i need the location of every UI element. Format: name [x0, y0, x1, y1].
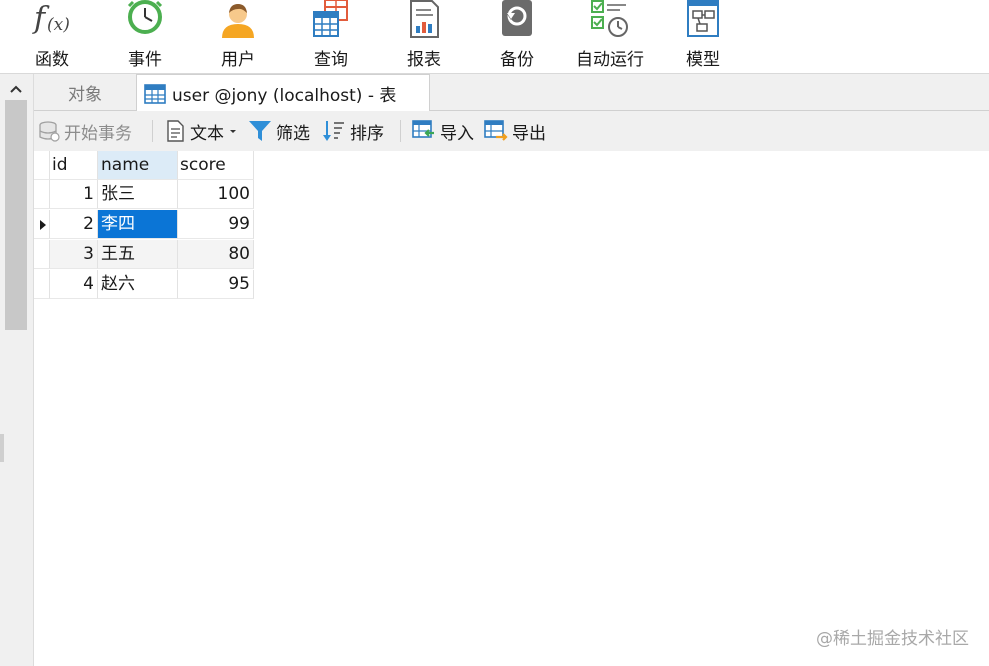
sort-button[interactable]: 排序: [322, 118, 384, 144]
report-icon: [410, 0, 439, 38]
row-indicator[interactable]: [34, 210, 50, 239]
ribbon-query-button[interactable]: 查询: [291, 0, 371, 73]
tab-user-table-label: user @jony (localhost) - 表: [172, 86, 397, 106]
database-icon: [39, 121, 60, 142]
user-icon: [222, 4, 254, 38]
text-view-label: 文本: [190, 123, 224, 144]
tab-objects[interactable]: 对象: [34, 74, 136, 110]
row-indicator[interactable]: [34, 240, 50, 269]
export-label: 导出: [512, 123, 546, 144]
filter-label: 筛选: [276, 123, 310, 144]
object-panel-strip: [0, 74, 34, 666]
import-label: 导入: [440, 123, 474, 144]
collapse-panel-button[interactable]: [4, 78, 28, 100]
row-indicator-header: [34, 151, 50, 180]
ribbon-report-button[interactable]: 报表: [384, 0, 464, 73]
ribbon-user-button[interactable]: 用户: [198, 0, 278, 73]
cell-name[interactable]: 张三: [98, 180, 178, 209]
ribbon-query-label: 查询: [314, 50, 348, 70]
import-button[interactable]: 导入: [412, 118, 474, 144]
row-indicator[interactable]: [34, 270, 50, 299]
ribbon-backup-button[interactable]: 备份: [477, 0, 557, 73]
document-icon: [167, 120, 184, 142]
cell-score[interactable]: 100: [178, 180, 254, 209]
row-indicator[interactable]: [34, 180, 50, 209]
sort-label: 排序: [350, 123, 384, 144]
column-header-name[interactable]: name: [98, 151, 178, 180]
ribbon-model-button[interactable]: 模型: [663, 0, 743, 73]
table-toolbar: 开始事务 文本 筛选 排序 导入 导出: [34, 111, 989, 151]
cell-id[interactable]: 3: [50, 240, 98, 269]
tab-bar: 对象 user @jony (localhost) - 表: [34, 74, 989, 112]
ribbon-function-label: 函数: [35, 50, 69, 70]
cell-id[interactable]: 4: [50, 270, 98, 299]
svg-text:(x): (x): [47, 15, 70, 35]
ribbon-event-button[interactable]: 事件: [105, 0, 185, 73]
cell-score[interactable]: 80: [178, 240, 254, 269]
watermark: @稀土掘金技术社区: [816, 629, 969, 649]
cell-name[interactable]: 王五: [98, 240, 178, 269]
toolbar-separator: [152, 120, 153, 142]
sort-icon: [323, 121, 344, 141]
main-ribbon: f (x) 函数 事件 用户 查询 报表 备份 自动运行 模型: [0, 0, 989, 74]
vertical-scrollbar-thumb[interactable]: [5, 100, 27, 330]
query-icon: [313, 0, 348, 37]
tab-user-table[interactable]: user @jony (localhost) - 表: [136, 74, 430, 112]
text-view-button[interactable]: 文本: [164, 118, 238, 144]
ribbon-user-label: 用户: [221, 50, 255, 70]
model-icon: [687, 0, 719, 37]
ribbon-report-label: 报表: [407, 50, 441, 70]
ribbon-automation-button[interactable]: 自动运行: [570, 0, 650, 73]
table-icon: [144, 83, 166, 104]
cell-name-selected[interactable]: 李四: [98, 210, 178, 239]
column-header-id[interactable]: id: [50, 151, 98, 180]
cell-name[interactable]: 赵六: [98, 270, 178, 299]
cell-score[interactable]: 95: [178, 270, 254, 299]
filter-button[interactable]: 筛选: [248, 118, 310, 144]
begin-transaction-label: 开始事务: [64, 123, 132, 144]
ribbon-model-label: 模型: [686, 50, 720, 70]
clock-icon: [127, 0, 163, 34]
dropdown-arrow-icon: [230, 130, 236, 133]
toolbar-separator: [400, 120, 401, 142]
backup-icon: [502, 0, 532, 36]
current-row-arrow-icon: [40, 220, 46, 230]
import-icon: [412, 120, 434, 138]
ribbon-event-label: 事件: [128, 50, 162, 70]
function-icon: f (x): [32, 1, 70, 36]
cell-id[interactable]: 2: [50, 210, 98, 239]
edge-marker: [0, 434, 4, 462]
cell-score[interactable]: 99: [178, 210, 254, 239]
begin-transaction-button[interactable]: 开始事务: [38, 118, 132, 144]
ribbon-backup-label: 备份: [500, 50, 534, 70]
export-button[interactable]: 导出: [484, 118, 546, 144]
ribbon-automation-label: 自动运行: [576, 50, 644, 70]
ribbon-function-button[interactable]: f (x) 函数: [12, 0, 92, 73]
cell-id[interactable]: 1: [50, 180, 98, 209]
chevron-up-icon: [10, 85, 22, 93]
automation-icon: [591, 0, 628, 37]
funnel-icon: [249, 121, 271, 141]
export-icon: [484, 120, 508, 141]
column-header-score[interactable]: score: [178, 151, 254, 180]
